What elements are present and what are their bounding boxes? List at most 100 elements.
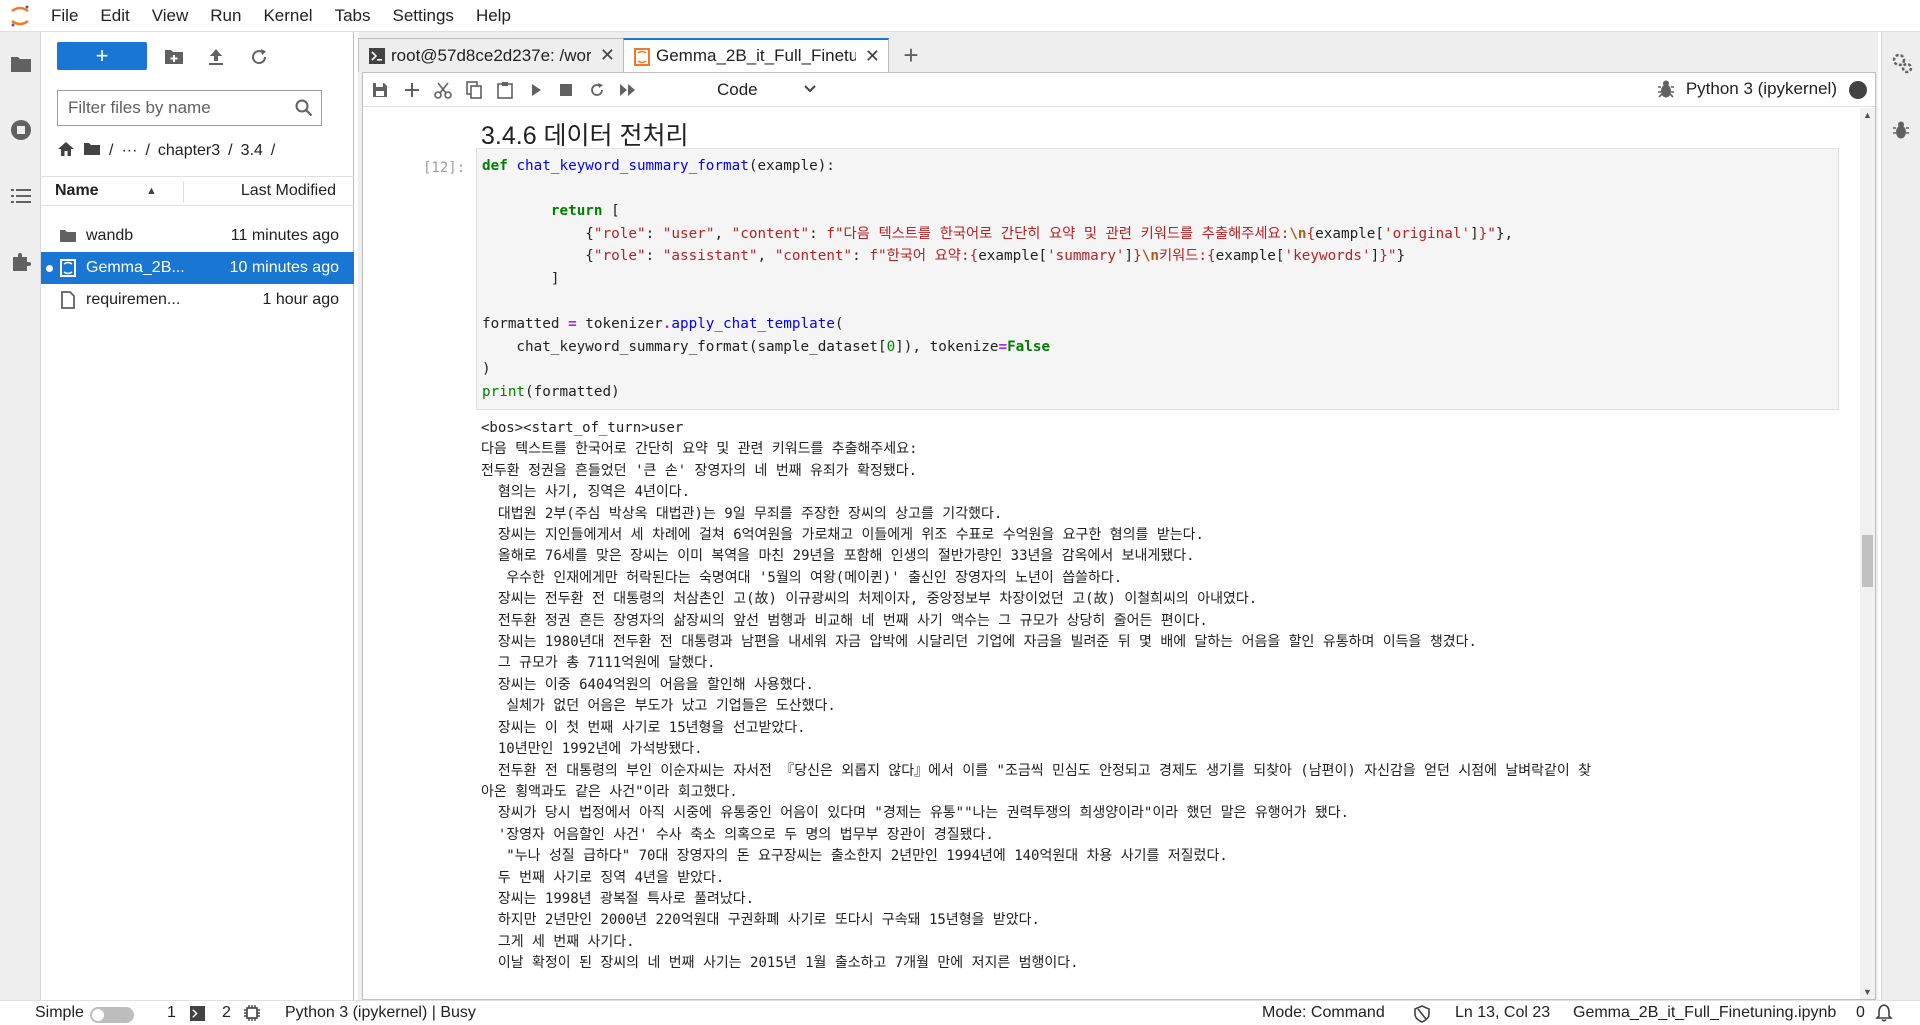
simple-mode-toggle[interactable] xyxy=(90,1007,134,1023)
current-filename[interactable]: Gemma_2B_it_Full_Finetuning.ipynb xyxy=(1573,1004,1836,1022)
new-folder-icon[interactable] xyxy=(161,44,187,70)
stop-icon[interactable] xyxy=(553,77,579,103)
terminal-icon xyxy=(190,1006,205,1025)
copy-icon[interactable] xyxy=(461,77,487,103)
editor-mode[interactable]: Mode: Command xyxy=(1262,1004,1385,1022)
restart-icon[interactable] xyxy=(584,77,610,103)
file-name: Gemma_2B... xyxy=(86,259,185,276)
folder-icon[interactable] xyxy=(8,51,34,77)
scroll-up-icon[interactable]: ▲ xyxy=(1863,110,1872,120)
menu-run[interactable]: Run xyxy=(199,0,252,32)
breadcrumb-sep: / xyxy=(270,142,276,159)
bell-icon[interactable] xyxy=(1875,1004,1893,1025)
save-icon[interactable] xyxy=(367,77,393,103)
upload-icon[interactable] xyxy=(203,44,229,70)
simple-mode-label: Simple xyxy=(35,1004,84,1021)
column-divider[interactable] xyxy=(183,181,184,203)
chevron-down-icon[interactable] xyxy=(803,81,817,99)
column-name[interactable]: Name xyxy=(55,182,99,200)
sort-ascending-icon[interactable]: ▲ xyxy=(146,185,157,197)
file-modified: 10 minutes ago xyxy=(229,259,339,276)
table-of-contents-icon[interactable] xyxy=(8,183,34,209)
cell-type-value: Code xyxy=(717,80,758,99)
kernel-count[interactable]: 2 xyxy=(222,1004,231,1022)
bug-icon[interactable] xyxy=(1657,79,1675,104)
code-cell-editor[interactable]: def chat_keyword_summary_format(example)… xyxy=(476,148,1839,410)
scroll-down-icon[interactable]: ▼ xyxy=(1863,987,1872,997)
kernel-name[interactable]: Python 3 (ipykernel) xyxy=(1686,79,1837,99)
scroll-thumb[interactable] xyxy=(1862,535,1873,587)
code-text: def chat_keyword_summary_format(example)… xyxy=(482,158,1514,400)
paste-icon[interactable] xyxy=(492,77,518,103)
tab-label: Gemma_2B_it_Full_Finetunin xyxy=(656,46,856,65)
menu-tabs[interactable]: Tabs xyxy=(324,0,382,32)
menu-edit[interactable]: Edit xyxy=(89,0,140,32)
file-row-wandb[interactable]: wandb 11 minutes ago xyxy=(41,220,354,252)
breadcrumb: / ··· / chapter3 / 3.4 / xyxy=(57,138,275,164)
menu-view[interactable]: View xyxy=(141,0,200,32)
cell-output: <bos><start_of_turn>user 다음 텍스트를 한국어로 간단… xyxy=(481,420,1592,972)
search-icon xyxy=(295,99,313,122)
menu-help[interactable]: Help xyxy=(465,0,522,32)
file-modified: 11 minutes ago xyxy=(230,227,339,244)
folder-root-icon[interactable] xyxy=(83,142,101,161)
running-indicator xyxy=(46,264,53,272)
breadcrumb-ellipsis[interactable]: ··· xyxy=(121,142,137,160)
breadcrumb-sep: / xyxy=(228,142,233,159)
document-tab-bar: root@57d8ce2d237e: /work ✕ Gemma_2B_it_F… xyxy=(358,38,928,72)
main-area: root@57d8ce2d237e: /work ✕ Gemma_2B_it_F… xyxy=(358,32,1878,1000)
close-icon[interactable]: ✕ xyxy=(865,46,880,67)
breadcrumb-chapter3[interactable]: chapter3 xyxy=(158,142,220,160)
tab-notebook[interactable]: Gemma_2B_it_Full_Finetunin ✕ xyxy=(623,38,889,72)
execution-count: [12]: xyxy=(423,160,466,176)
debugger-icon[interactable] xyxy=(1892,120,1910,145)
terminal-icon xyxy=(369,48,385,69)
notebook-toolbar: Code Python 3 (ipykernel) xyxy=(363,73,1875,107)
cut-icon[interactable] xyxy=(430,77,456,103)
new-launcher-button[interactable]: + xyxy=(57,42,147,70)
extension-icon[interactable] xyxy=(8,249,34,275)
notification-count[interactable]: 0 xyxy=(1856,1004,1865,1022)
refresh-icon[interactable] xyxy=(246,44,272,70)
notebook-icon xyxy=(59,259,77,277)
kernel-icon xyxy=(244,1005,260,1025)
tab-label: root@57d8ce2d237e: /work xyxy=(391,45,591,65)
fast-forward-icon[interactable] xyxy=(615,77,641,103)
column-last-modified[interactable]: Last Modified xyxy=(241,182,336,200)
scrollbar[interactable]: ▲ ▼ xyxy=(1860,108,1875,999)
trusted-icon[interactable] xyxy=(1414,1005,1430,1025)
filter-files-input-box xyxy=(57,90,322,126)
file-name: wandb xyxy=(86,227,134,244)
kernel-status-text[interactable]: Python 3 (ipykernel) | Busy xyxy=(285,1004,476,1022)
run-icon[interactable] xyxy=(523,77,549,103)
notebook-icon xyxy=(634,48,650,71)
file-list-header: Name ▲ Last Modified xyxy=(41,176,354,206)
menu-bar: File Edit View Run Kernel Tabs Settings … xyxy=(0,0,1920,32)
file-row-notebook[interactable]: Gemma_2B... 10 minutes ago xyxy=(41,252,354,284)
breadcrumb-3-4[interactable]: 3.4 xyxy=(241,142,263,160)
add-tab-button[interactable]: + xyxy=(894,38,928,72)
menu-kernel[interactable]: Kernel xyxy=(252,0,323,32)
tab-terminal[interactable]: root@57d8ce2d237e: /work ✕ xyxy=(358,38,624,72)
terminal-count[interactable]: 1 xyxy=(167,1004,176,1022)
home-icon[interactable] xyxy=(57,141,75,162)
breadcrumb-sep: / xyxy=(109,142,114,159)
file-modified: 1 hour ago xyxy=(262,291,339,308)
menu-settings[interactable]: Settings xyxy=(382,0,465,32)
file-icon xyxy=(59,291,77,309)
toggle-knob xyxy=(92,1009,104,1021)
right-sidebar xyxy=(1881,32,1920,1000)
markdown-heading: 3.4.6 데이터 전처리 xyxy=(481,122,689,150)
breadcrumb-sep: / xyxy=(145,142,150,159)
menu-file[interactable]: File xyxy=(40,0,89,32)
cursor-position[interactable]: Ln 13, Col 23 xyxy=(1455,1004,1550,1022)
jupyter-logo-icon[interactable] xyxy=(0,0,40,32)
running-icon[interactable] xyxy=(8,117,34,143)
close-icon[interactable]: ✕ xyxy=(600,45,615,66)
filter-files-input[interactable] xyxy=(58,98,283,118)
property-inspector-icon[interactable] xyxy=(1891,52,1913,79)
file-browser: + / ··· / chapter3 / 3.4 / Name ▲ xyxy=(41,32,354,1000)
status-bar: Simple 1 2 Python 3 (ipykernel) | Busy M… xyxy=(0,1000,1920,1025)
file-row-requirements[interactable]: requiremen... 1 hour ago xyxy=(41,284,354,316)
insert-cell-icon[interactable] xyxy=(399,77,425,103)
